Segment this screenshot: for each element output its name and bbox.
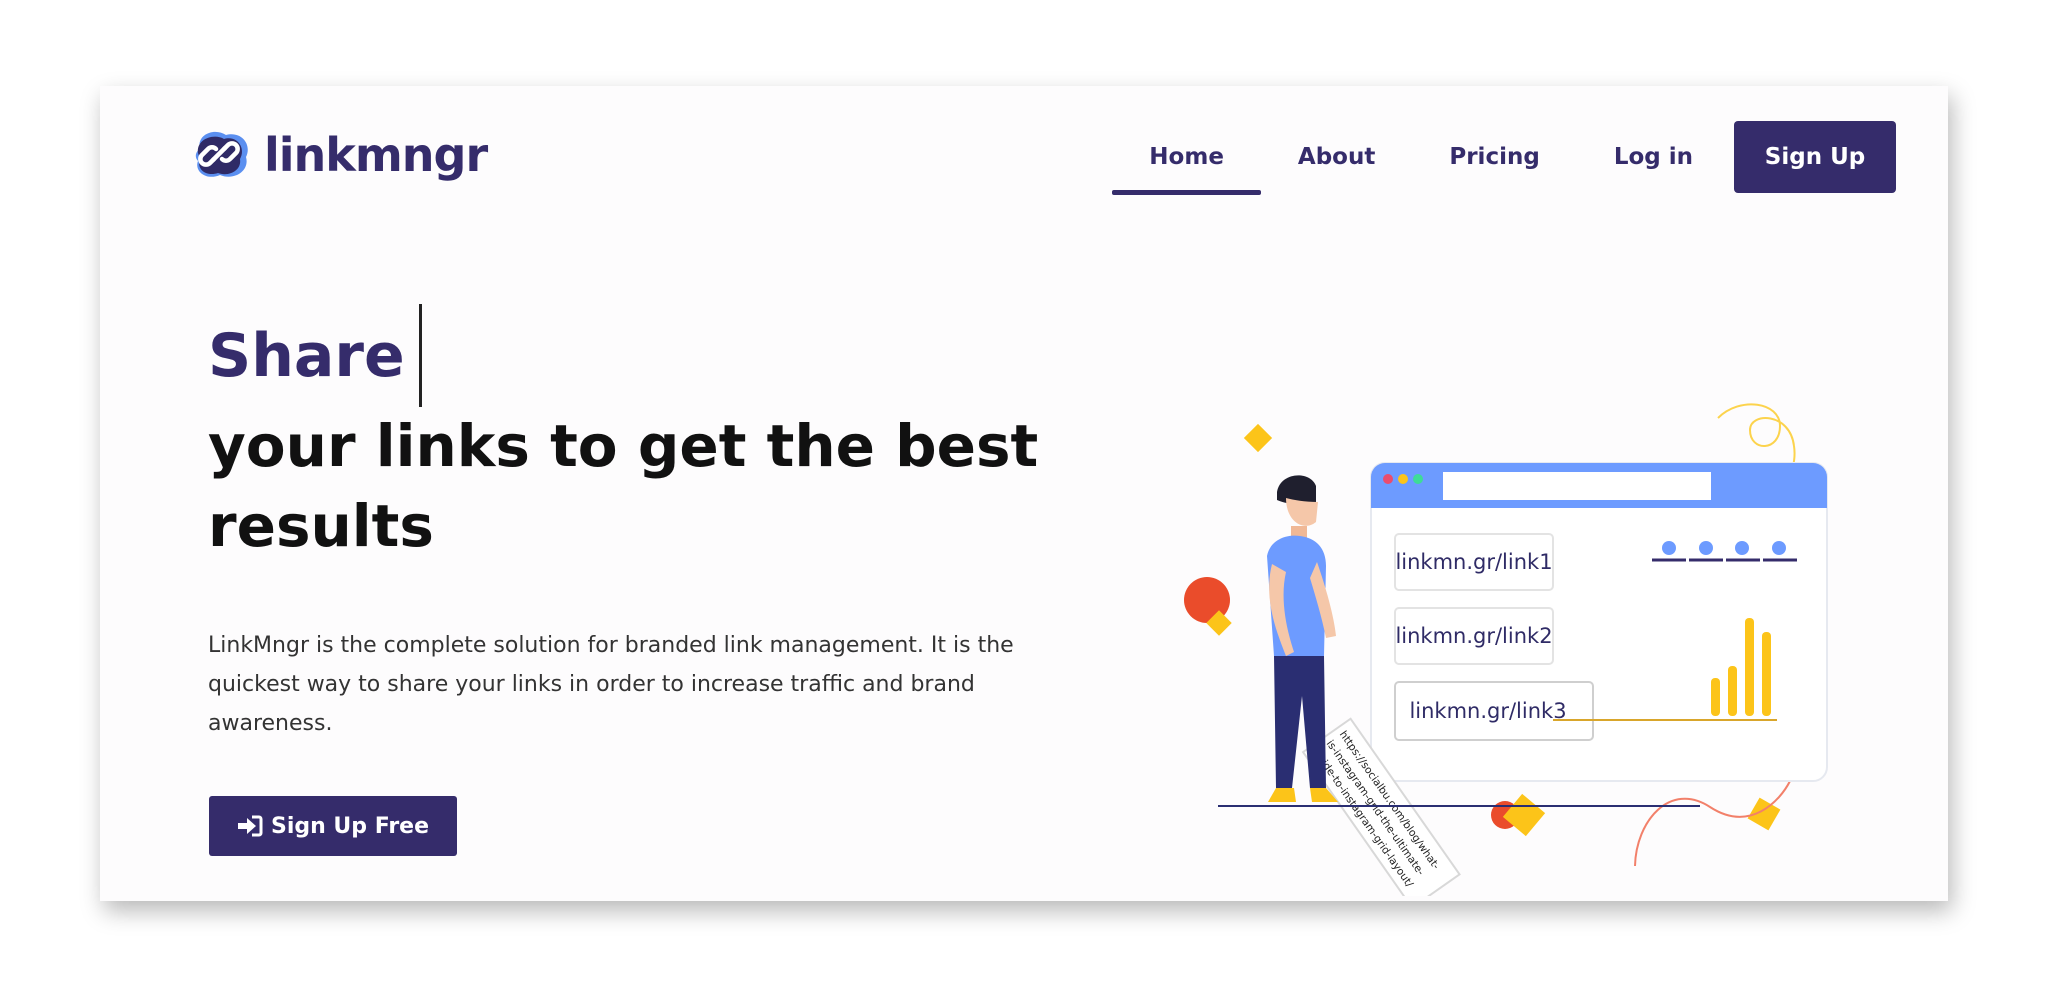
main-nav: Home About Pricing Log in Sign Up: [1112, 121, 1896, 195]
signup-free-button[interactable]: Sign Up Free: [209, 796, 457, 856]
hero-typed-word-wrap: Share: [208, 304, 422, 407]
link-pill-3: linkmn.gr/link3: [1409, 699, 1566, 723]
brand-logo[interactable]: linkmngr: [192, 128, 488, 182]
yellow-diamond-shape: [1243, 423, 1273, 453]
nav-pricing[interactable]: Pricing: [1412, 121, 1576, 193]
link-chain-icon: [195, 131, 248, 177]
hero-title: your links to get the best results: [208, 412, 1039, 560]
hero-illustration: linkmn.gr/link1 linkmn.gr/link2 linkmn.g…: [1184, 403, 1828, 896]
typing-caret: [418, 304, 422, 407]
nav-login[interactable]: Log in: [1577, 121, 1730, 193]
hero-description: LinkMngr is the complete solution for br…: [208, 633, 1014, 736]
brand-name: linkmngr: [264, 128, 488, 182]
nav-about[interactable]: About: [1261, 121, 1412, 193]
hero-typed-word: Share: [208, 320, 405, 391]
nav-home[interactable]: Home: [1112, 121, 1261, 195]
signup-button[interactable]: Sign Up: [1734, 121, 1896, 193]
link-pill-1: linkmn.gr/link1: [1395, 550, 1552, 574]
signup-free-label: Sign Up Free: [270, 813, 430, 839]
browser-window: linkmn.gr/link1 linkmn.gr/link2 linkmn.g…: [1370, 462, 1828, 782]
page-frame: linkmngr Home About Pricing Log in Sign …: [100, 86, 1948, 901]
sign-in-icon: [237, 815, 263, 837]
link-pill-2: linkmn.gr/link2: [1395, 624, 1552, 648]
yellow-diamond-shape: [1502, 793, 1546, 837]
